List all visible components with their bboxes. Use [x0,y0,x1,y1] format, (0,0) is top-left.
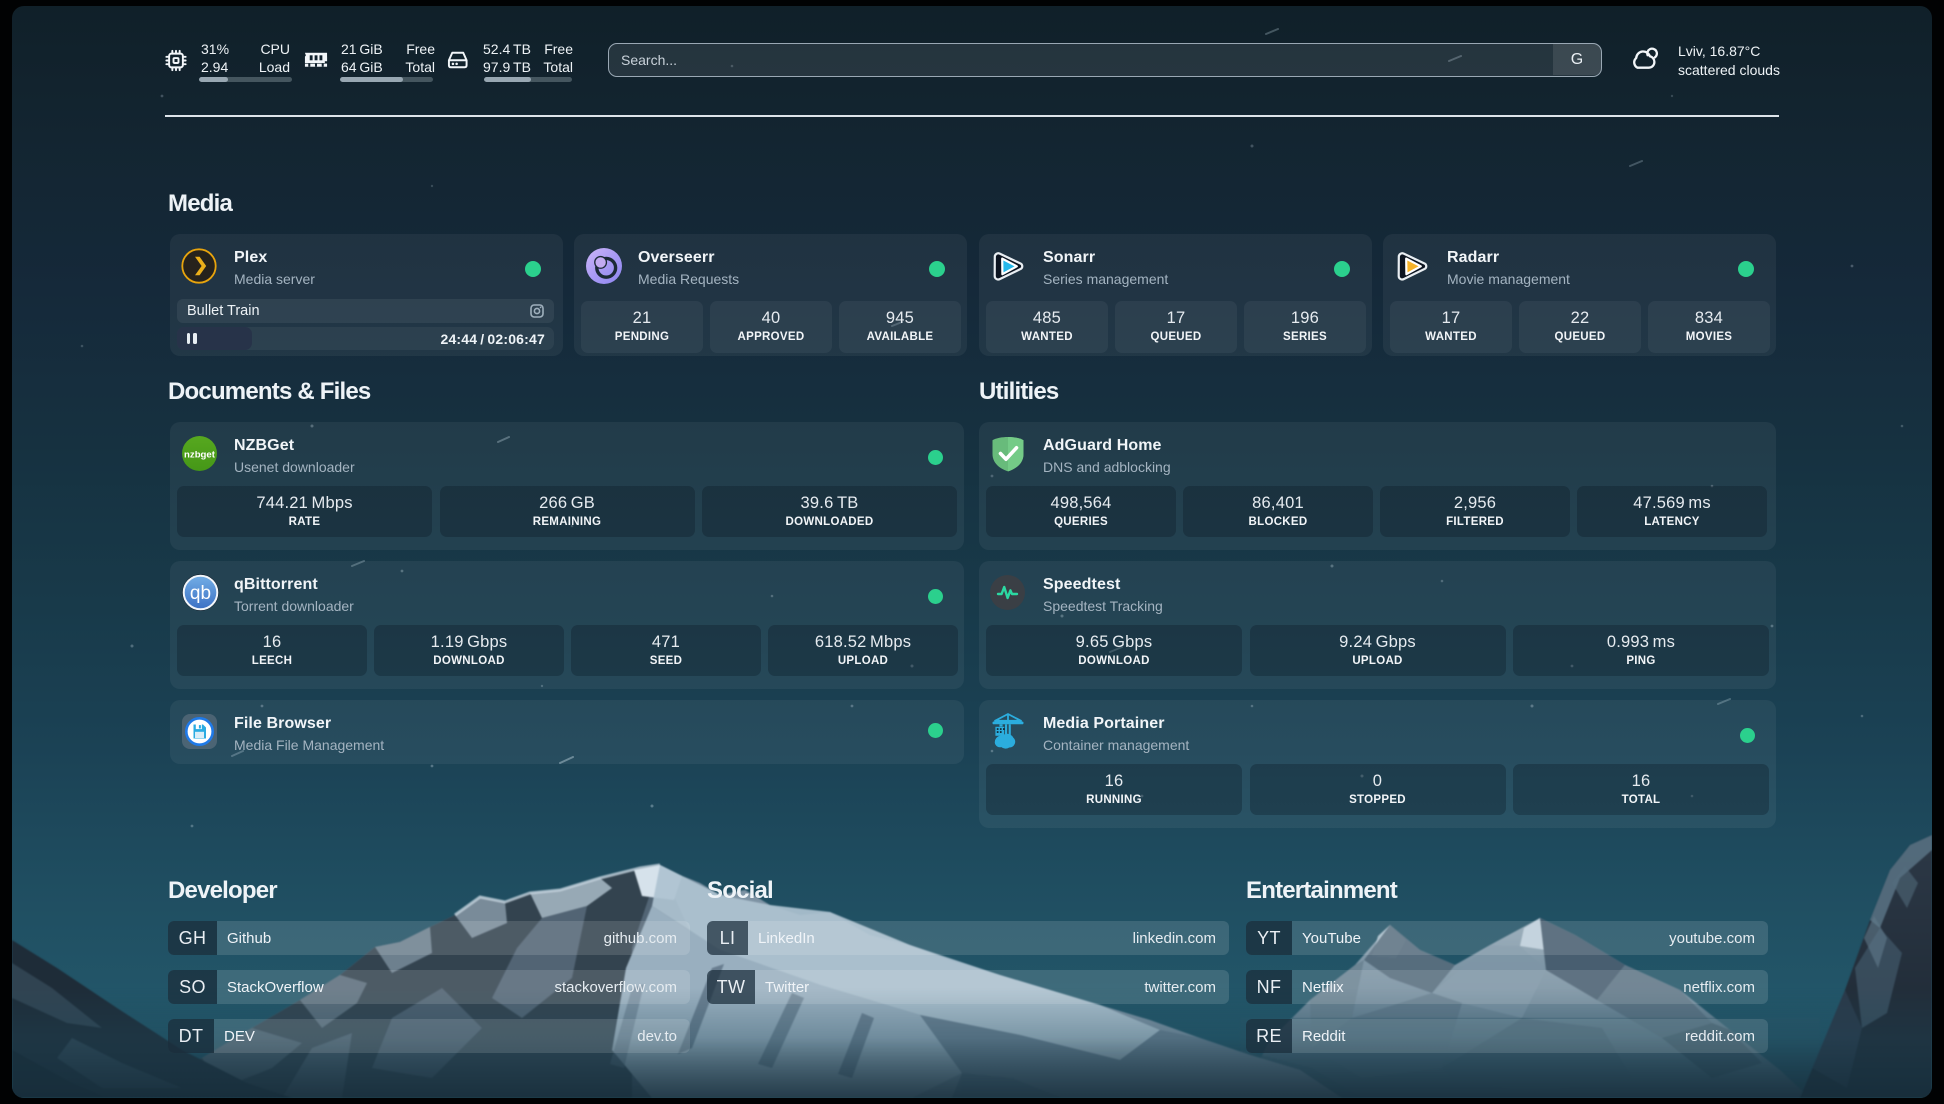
svg-text:nzbget: nzbget [184,450,216,461]
svg-text:qb: qb [190,583,211,604]
